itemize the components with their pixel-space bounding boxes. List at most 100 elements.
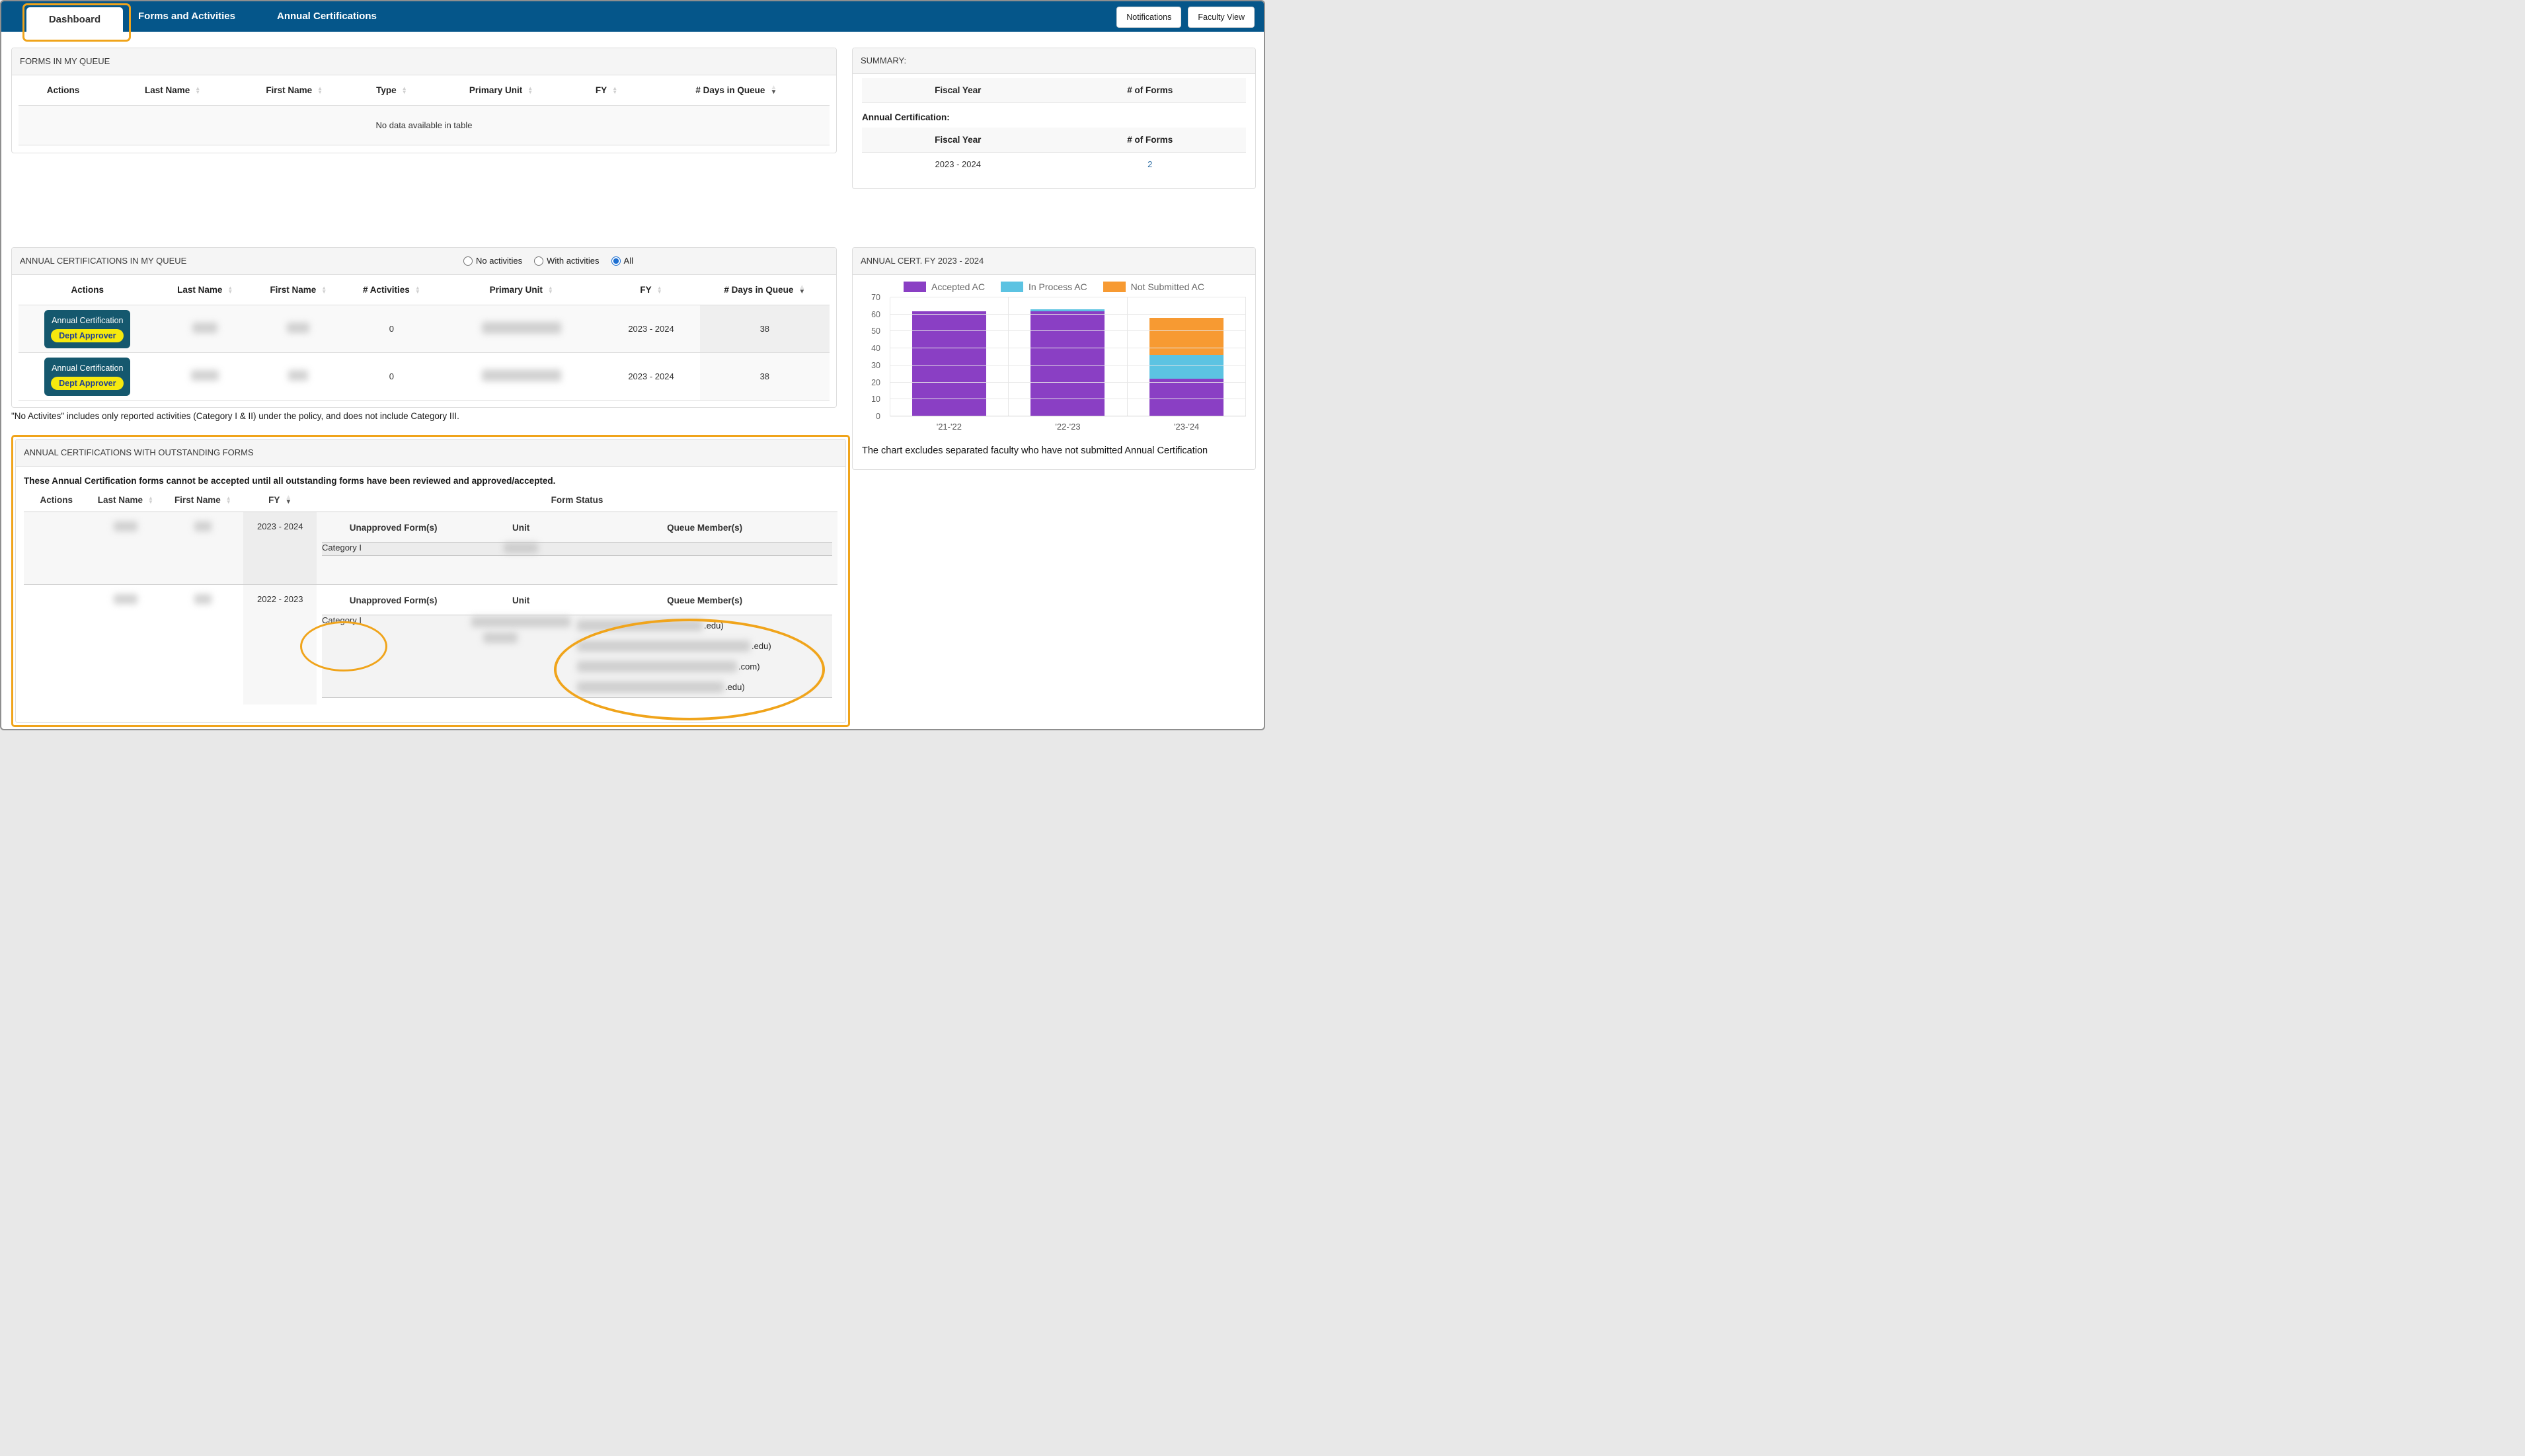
col-num-activities[interactable]: # Activities ▲ ▼ <box>343 275 440 305</box>
annual-cert-chart-panel: ANNUAL CERT. FY 2023 - 2024 Accepted AC I… <box>852 247 1256 470</box>
nested-row: Category I .edu) .edu) .com) .edu) <box>322 615 833 698</box>
sort-icon: ▲ ▼ <box>227 285 233 295</box>
col-primary-unit[interactable]: Primary Unit ▲ ▼ <box>432 75 570 106</box>
col-days-in-queue[interactable]: # Days in Queue ▲ ▼ <box>643 75 830 106</box>
gridline <box>890 313 1246 315</box>
annual-certification-button[interactable]: Annual Certification Dept Approver <box>44 357 131 396</box>
fiscal-year-value: 2023 - 2024 <box>935 159 981 169</box>
redacted-first-name <box>162 585 243 705</box>
y-tick-label: 70 <box>871 293 880 302</box>
panel-title: SUMMARY: <box>861 56 907 65</box>
nested-form-status-table: Unapproved Form(s) Unit Queue Member(s) … <box>322 515 833 556</box>
fy-value: 2023 - 2024 <box>628 371 674 381</box>
col-unapproved-forms: Unapproved Form(s) <box>349 595 438 605</box>
summary-table-all: Fiscal Year # of Forms <box>862 78 1246 103</box>
ac-queue-table: Actions Last Name ▲ ▼ First Name ▲ ▼ # Activ… <box>19 275 830 401</box>
col-fy[interactable]: FY ▲ ▼ <box>243 488 317 512</box>
redacted-unit <box>465 615 577 698</box>
filter-all[interactable]: All <box>611 248 633 274</box>
chart-plot <box>890 297 1246 416</box>
panel-title: FORMS IN MY QUEUE <box>20 56 110 66</box>
tab-annual-certifications[interactable]: Annual Certifications <box>277 1 377 32</box>
legend-item[interactable]: In Process AC <box>1000 282 1087 292</box>
col-last-name[interactable]: Last Name ▲ ▼ <box>89 488 162 512</box>
outstanding-table: Actions Last Name ▲ ▼ First Name ▲ ▼ FY ▲ ▼ Fo… <box>24 488 837 705</box>
panel-title: ANNUAL CERTIFICATIONS IN MY QUEUE <box>20 256 187 266</box>
col-num-forms: # of Forms <box>1054 78 1246 103</box>
legend-label: Accepted AC <box>931 282 985 292</box>
col-days-in-queue[interactable]: # Days in Queue ▲ ▼ <box>700 275 830 305</box>
chart-legend: Accepted AC In Process AC Not Submitted AC <box>853 282 1255 292</box>
col-primary-unit[interactable]: Primary Unit ▲ ▼ <box>440 275 602 305</box>
legend-swatch <box>1000 282 1023 292</box>
sort-icon: ▲ ▼ <box>414 285 420 295</box>
days-in-queue-value: 38 <box>699 305 830 353</box>
radio-no-activities[interactable] <box>463 256 473 266</box>
col-first-name[interactable]: First Name ▲ ▼ <box>162 488 243 512</box>
legend-item[interactable]: Not Submitted AC <box>1103 282 1204 292</box>
unapproved-form-name: Category I <box>322 543 362 553</box>
filter-with-activities[interactable]: With activities <box>534 248 600 274</box>
redacted-last-name[interactable] <box>157 305 254 353</box>
queue-member: .com) <box>577 656 832 677</box>
col-first-name[interactable]: First Name ▲ ▼ <box>254 275 343 305</box>
col-first-name[interactable]: First Name ▲ ▼ <box>237 75 351 106</box>
redacted-first-name[interactable] <box>254 353 343 401</box>
bar-segment <box>912 311 987 416</box>
redacted-last-name <box>89 585 162 705</box>
summary-table-annual-certification: Fiscal Year # of Forms 2023 - 2024 2 <box>862 128 1246 176</box>
legend-label: Not Submitted AC <box>1130 282 1204 292</box>
redacted-first-name[interactable] <box>254 305 343 353</box>
panel-title: ANNUAL CERT. FY 2023 - 2024 <box>861 256 984 266</box>
col-type[interactable]: Type ▲ ▼ <box>351 75 432 106</box>
num-activities-value: 0 <box>389 324 395 334</box>
forms-in-my-queue-header: FORMS IN MY QUEUE <box>12 48 836 75</box>
filter-no-activities[interactable]: No activities <box>463 248 522 274</box>
col-fy[interactable]: FY ▲ ▼ <box>570 75 642 106</box>
sort-icon-desc-active: ▲ ▼ <box>770 84 777 96</box>
redacted-first-name <box>162 512 243 585</box>
faculty-view-button[interactable]: Faculty View <box>1188 7 1255 28</box>
num-forms-link[interactable]: 2 <box>1054 153 1247 176</box>
sort-icon: ▲ ▼ <box>656 285 662 295</box>
radio-all[interactable] <box>611 256 621 266</box>
chart-caption: The chart excludes separated faculty who… <box>862 445 1208 456</box>
top-navbar: Forms and Activities Annual Certificatio… <box>1 1 1264 32</box>
chart-y-axis: 0 10 20 30 40 50 60 70 <box>853 293 886 421</box>
sort-icon: ▲ ▼ <box>527 85 533 95</box>
forms-in-my-queue-panel: FORMS IN MY QUEUE Actions Last Name ▲ ▼ Fi… <box>11 48 837 153</box>
actions-cell <box>24 512 89 585</box>
outstanding-forms-annotation-box: ANNUAL CERTIFICATIONS WITH OUTSTANDING F… <box>11 435 850 727</box>
sort-icon-desc-active: ▲ ▼ <box>798 284 806 295</box>
notifications-button[interactable]: Notifications <box>1116 7 1182 28</box>
outstanding-forms-panel: ANNUAL CERTIFICATIONS WITH OUTSTANDING F… <box>15 439 846 723</box>
fy-value: 2022 - 2023 <box>243 584 317 705</box>
stacked-bar-chart: 0 10 20 30 40 50 60 70 '21-'22 '22-'23 '23-'24 <box>853 293 1255 435</box>
legend-swatch <box>1103 282 1126 292</box>
y-tick-label: 30 <box>871 360 880 370</box>
legend-swatch <box>904 282 927 292</box>
annual-certification-button[interactable]: Annual Certification Dept Approver <box>44 309 131 348</box>
ac-in-my-queue-panel: ANNUAL CERTIFICATIONS IN MY QUEUE No act… <box>11 247 837 408</box>
sort-icon: ▲ ▼ <box>401 85 407 95</box>
redacted-last-name <box>89 512 162 585</box>
y-tick-label: 10 <box>871 395 880 404</box>
redacted-last-name[interactable] <box>157 353 254 401</box>
tab-dashboard[interactable]: Dashboard <box>26 7 123 34</box>
fy-value: 2023 - 2024 <box>243 512 317 585</box>
x-tick-label: '22-'23 <box>1055 422 1081 432</box>
table-row: Annual Certification Dept Approver 0 2023… <box>19 305 830 353</box>
queue-member: .edu) <box>577 636 832 656</box>
redacted-primary-unit[interactable] <box>440 305 602 353</box>
y-tick-label: 0 <box>876 412 880 421</box>
col-fy[interactable]: FY ▲ ▼ <box>602 275 699 305</box>
chart-panel-header: ANNUAL CERT. FY 2023 - 2024 <box>853 248 1255 275</box>
legend-item[interactable]: Accepted AC <box>904 282 985 292</box>
radio-with-activities[interactable] <box>534 256 544 266</box>
redacted-primary-unit[interactable] <box>440 353 602 401</box>
empty-table-message: No data available in table <box>19 105 830 145</box>
tab-forms-and-activities[interactable]: Forms and Activities <box>138 1 235 32</box>
col-last-name[interactable]: Last Name ▲ ▼ <box>108 75 237 106</box>
col-last-name[interactable]: Last Name ▲ ▼ <box>157 275 254 305</box>
annual-certification-label: Annual Certification: <box>862 112 950 122</box>
